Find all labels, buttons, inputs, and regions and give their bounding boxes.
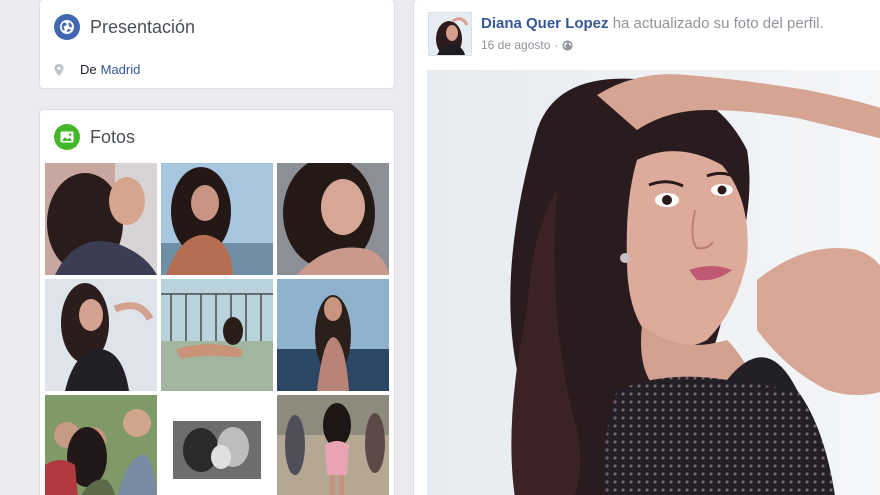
photo-thumbnail-2[interactable] (161, 163, 273, 275)
photo-icon (54, 124, 80, 150)
photo-thumbnail-3[interactable] (277, 163, 389, 275)
photo-thumbnail-4[interactable] (45, 279, 157, 391)
location-pin-icon (54, 63, 64, 76)
location-prefix: De (80, 62, 97, 77)
photo-thumbnail-9[interactable] (277, 395, 389, 495)
intro-title: Presentación (90, 16, 196, 37)
photo-grid (45, 163, 389, 495)
photos-title[interactable]: Fotos (90, 127, 135, 148)
photos-card: Fotos (40, 110, 394, 495)
globe-icon[interactable] (562, 39, 573, 51)
photo-thumbnail-5[interactable] (161, 279, 273, 391)
photo-thumbnail-1[interactable] (45, 163, 157, 275)
post-headline: Diana Quer Lopez ha actualizado su foto … (481, 15, 824, 32)
intro-card: Presentación De Madrid (40, 0, 394, 88)
meta-separator: · (554, 38, 559, 52)
globe-icon (54, 14, 80, 40)
photo-thumbnail-6[interactable] (277, 279, 389, 391)
author-name-link[interactable]: Diana Quer Lopez (481, 15, 609, 32)
location-link[interactable]: Madrid (101, 62, 141, 77)
post-meta: 16 de agosto · (481, 38, 573, 52)
profile-photo[interactable] (427, 70, 880, 495)
author-avatar[interactable] (428, 12, 472, 56)
intro-header: Presentación (54, 14, 195, 40)
photo-thumbnail-7[interactable] (45, 395, 157, 495)
post-card: Diana Quer Lopez ha actualizado su foto … (414, 0, 880, 495)
location-row: De Madrid (54, 62, 140, 77)
post-date[interactable]: 16 de agosto (481, 38, 550, 52)
post-action-text: ha actualizado su foto del perfil. (612, 15, 824, 32)
photos-header: Fotos (54, 124, 135, 150)
photo-thumbnail-8[interactable] (161, 395, 273, 495)
